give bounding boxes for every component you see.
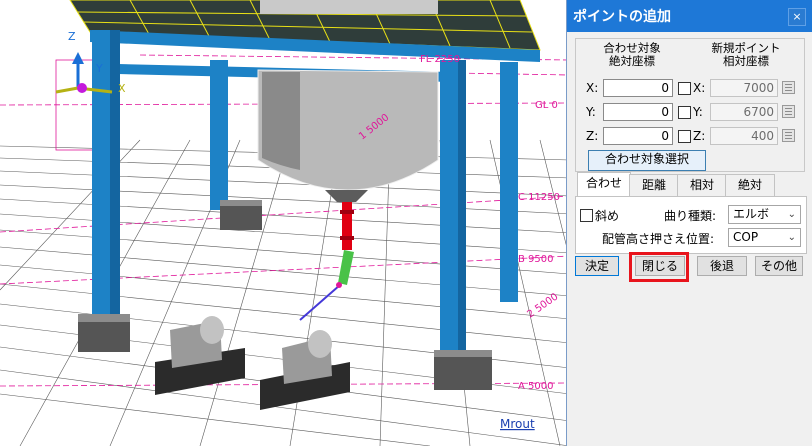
close-button[interactable]: 閉じる — [635, 256, 685, 276]
axis-z-label: Z — [68, 30, 76, 43]
rel-z-label: Z: — [693, 129, 706, 143]
coord-row-y: Y: 0 Y: 6700 — [576, 103, 804, 123]
grid-label-2: 2 5000 — [525, 291, 560, 320]
abs-z-input[interactable]: 0 — [603, 127, 673, 145]
close-icon[interactable]: × — [788, 8, 806, 26]
calculator-icon[interactable] — [782, 81, 795, 94]
coordinate-group: 合わせ対象 絶対座標 新規ポイント 相対座標 X: 0 X: 7000 Y: 0… — [575, 38, 805, 172]
dialog-titlebar[interactable]: ポイントの追加 × — [567, 0, 812, 32]
rel-y-label: Y: — [693, 105, 703, 119]
rel-y-input[interactable]: 6700 — [710, 103, 778, 121]
abs-x-input[interactable]: 0 — [603, 79, 673, 97]
chevron-down-icon: ⌄ — [787, 232, 796, 243]
tab-align[interactable]: 合わせ — [577, 172, 631, 196]
absolute-header: 合わせ対象 絶対座標 — [590, 42, 674, 68]
oblique-label: 斜め — [595, 209, 620, 223]
coord-row-z: Z: 0 Z: 400 — [576, 127, 804, 147]
grid-label-fl: FL 2250 — [420, 54, 460, 65]
y-lock-checkbox[interactable] — [678, 106, 691, 119]
coord-row-x: X: 0 X: 7000 — [576, 79, 804, 99]
select-target-button[interactable]: 合わせ対象選択 — [588, 150, 706, 171]
axis-y-label: Y — [95, 62, 103, 75]
tab-distance[interactable]: 距離 — [629, 174, 679, 196]
bend-type-value: エルボ — [733, 207, 770, 221]
axis-x-label: X — [118, 82, 126, 95]
add-point-dialog: ポイントの追加 × 合わせ対象 絶対座標 新規ポイント 相対座標 X: 0 X:… — [566, 0, 812, 446]
rel-z-input[interactable]: 400 — [710, 127, 778, 145]
model-name-label: Mrout — [500, 417, 535, 431]
bend-type-label: 曲り種類: — [664, 209, 717, 223]
abs-x-label: X: — [586, 81, 599, 95]
rel-x-label: X: — [693, 81, 706, 95]
back-button[interactable]: 後退 — [697, 256, 747, 276]
grid-label-b: B 9500 — [518, 254, 554, 265]
oblique-checkbox[interactable] — [580, 209, 593, 222]
x-lock-checkbox[interactable] — [678, 82, 691, 95]
calculator-icon[interactable] — [782, 129, 795, 142]
pipe-height-label: 配管高さ押さえ位置: — [602, 232, 715, 246]
tab-absolute[interactable]: 絶対 — [725, 174, 775, 196]
ok-button[interactable]: 決定 — [575, 256, 619, 276]
bend-type-select[interactable]: エルボ ⌄ — [728, 205, 801, 224]
grid-label-gl: GL 0 — [535, 100, 558, 111]
calculator-icon[interactable] — [782, 105, 795, 118]
align-tab-panel: 斜め 曲り種類: エルボ ⌄ 配管高さ押さえ位置: COP ⌄ — [575, 196, 807, 254]
scene: GL 0 C 11250 B 9500 A 5000 FL 2250 1 500… — [0, 0, 570, 446]
abs-z-label: Z: — [586, 129, 599, 143]
pipe-height-select[interactable]: COP ⌄ — [728, 228, 801, 247]
relative-header: 新規ポイント 相対座標 — [698, 42, 794, 68]
pipe-height-value: COP — [733, 230, 759, 244]
dialog-title: ポイントの追加 — [573, 9, 671, 25]
grid-label-c: C 11250 — [518, 192, 560, 203]
other-button[interactable]: その他 — [755, 256, 803, 276]
chevron-down-icon: ⌄ — [787, 209, 796, 220]
z-lock-checkbox[interactable] — [678, 130, 691, 143]
3d-viewport[interactable]: GL 0 C 11250 B 9500 A 5000 FL 2250 1 500… — [0, 0, 570, 446]
absolute-header-line2: 絶対座標 — [609, 54, 655, 68]
tab-relative[interactable]: 相対 — [677, 174, 727, 196]
grid-label-a: A 5000 — [518, 381, 553, 392]
relative-header-line2: 相対座標 — [723, 54, 769, 68]
abs-y-label: Y: — [586, 105, 596, 119]
abs-y-input[interactable]: 0 — [603, 103, 673, 121]
rel-x-input[interactable]: 7000 — [710, 79, 778, 97]
